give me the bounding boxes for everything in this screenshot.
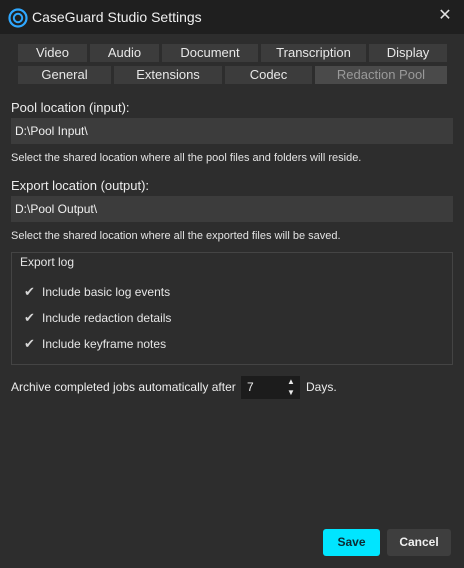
title-bar: CaseGuard Studio Settings ✕	[0, 0, 464, 34]
caret-down-icon[interactable]: ▼	[285, 388, 297, 398]
tab-audio[interactable]: Audio	[90, 44, 159, 62]
close-icon[interactable]: ✕	[436, 7, 454, 25]
tab-video[interactable]: Video	[18, 44, 87, 62]
export-location-help: Select the shared location where all the…	[11, 230, 341, 242]
include-redaction-details-checkbox[interactable]: ✔ Include redaction details	[24, 309, 171, 327]
tab-codec[interactable]: Codec	[225, 66, 312, 84]
checkmark-icon: ✔	[24, 336, 35, 351]
export-log-title: Export log	[20, 255, 75, 269]
checkmark-icon: ✔	[24, 310, 35, 325]
checkbox-label: Include redaction details	[42, 311, 172, 325]
cancel-button[interactable]: Cancel	[387, 529, 451, 556]
checkbox-label: Include keyframe notes	[42, 337, 167, 351]
include-basic-log-events-checkbox[interactable]: ✔ Include basic log events	[24, 283, 170, 301]
tab-transcription[interactable]: Transcription	[261, 44, 366, 62]
checkmark-icon: ✔	[24, 284, 35, 299]
window-title: CaseGuard Studio Settings	[32, 9, 202, 25]
archive-label: Archive completed jobs automatically aft…	[11, 380, 236, 394]
caret-up-icon[interactable]: ▲	[285, 377, 297, 387]
archive-days-suffix: Days.	[306, 380, 337, 394]
export-location-input[interactable]: D:\Pool Output\	[11, 196, 453, 222]
archive-days-spinner[interactable]: 7 ▲ ▼	[241, 376, 300, 399]
checkbox-label: Include basic log events	[42, 285, 171, 299]
tab-extensions[interactable]: Extensions	[114, 66, 222, 84]
save-button[interactable]: Save	[323, 529, 380, 556]
pool-location-help: Select the shared location where all the…	[11, 152, 362, 164]
tab-general[interactable]: General	[18, 66, 111, 84]
tab-document[interactable]: Document	[162, 44, 258, 62]
export-location-label: Export location (output):	[11, 178, 150, 193]
include-keyframe-notes-checkbox[interactable]: ✔ Include keyframe notes	[24, 335, 166, 353]
tab-redaction-pool[interactable]: Redaction Pool	[315, 66, 447, 84]
archive-days-value[interactable]: 7	[247, 380, 254, 394]
pool-location-input[interactable]: D:\Pool Input\	[11, 118, 453, 144]
tab-display[interactable]: Display	[369, 44, 447, 62]
caseguard-logo-icon	[8, 8, 28, 28]
pool-location-label: Pool location (input):	[11, 100, 130, 115]
